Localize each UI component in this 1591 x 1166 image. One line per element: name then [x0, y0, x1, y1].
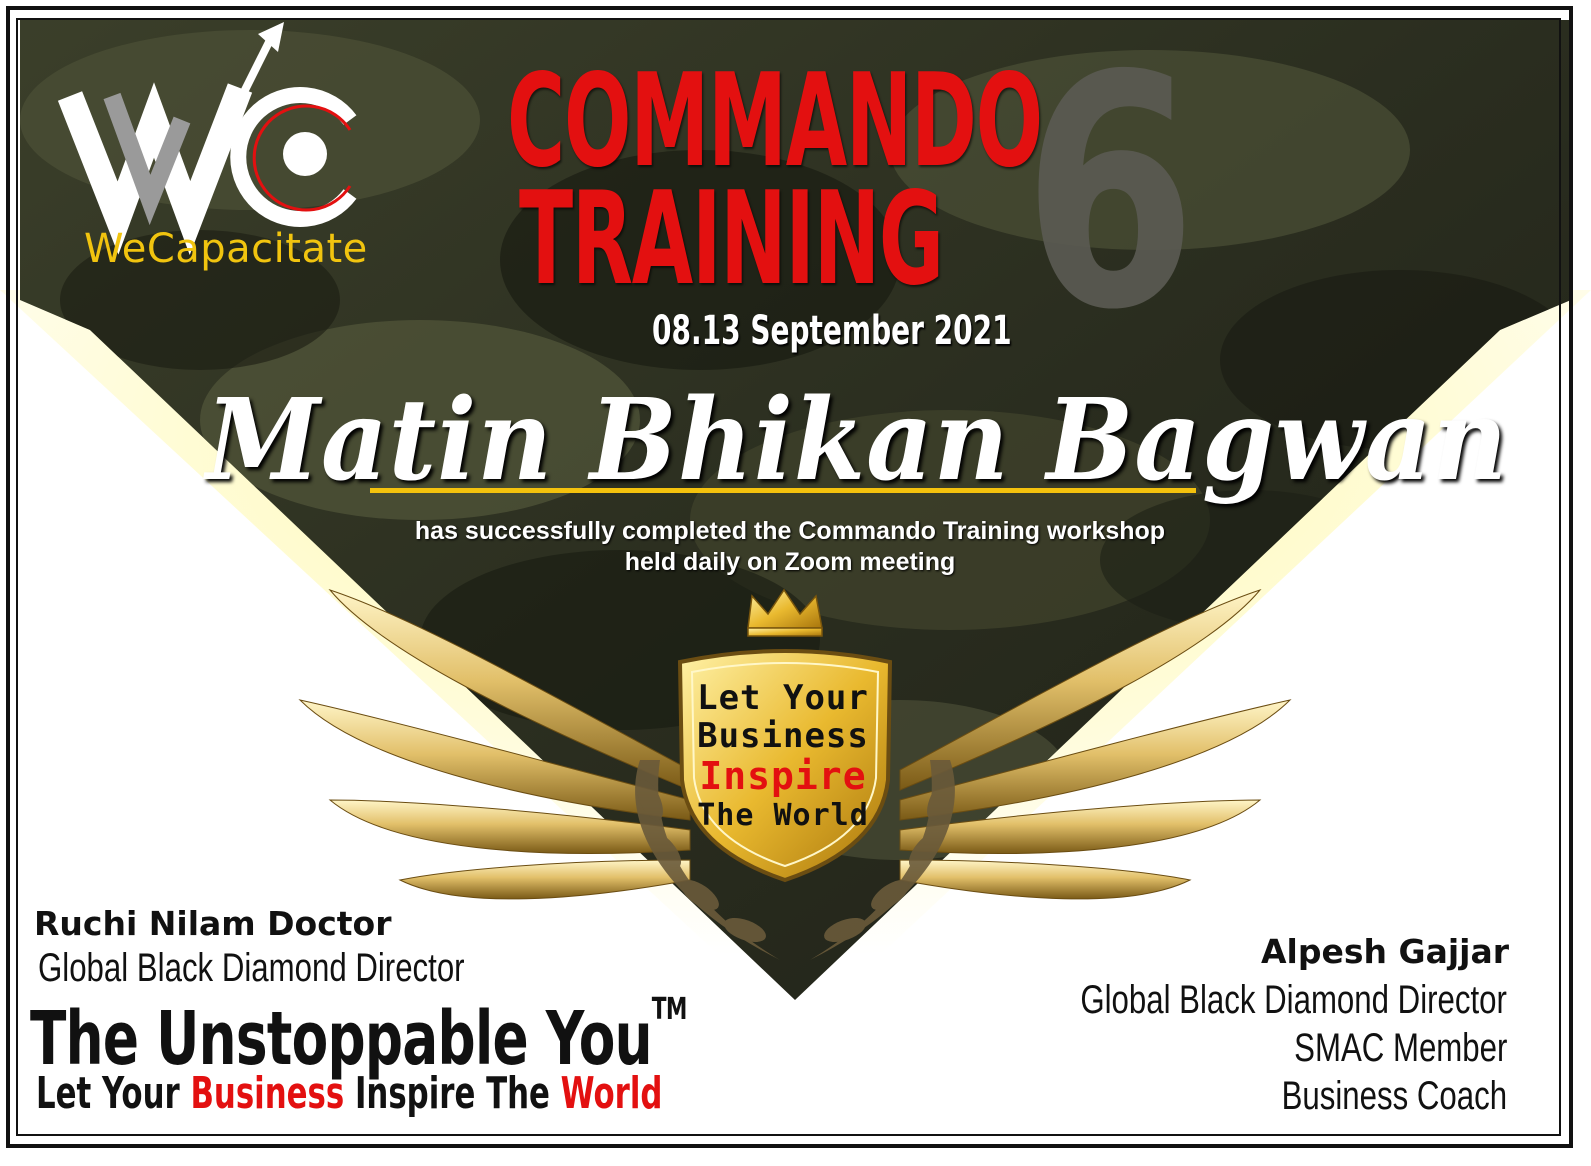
edition-number: 6 — [1023, 8, 1197, 380]
right-signatory-name: Alpesh Gajjar — [1261, 932, 1509, 971]
left-signatory-name: Ruchi Nilam Doctor — [34, 904, 392, 943]
description-line-1: has successfully completed the Commando … — [414, 517, 1166, 545]
right-signatory-title-3: Business Coach — [1281, 1074, 1507, 1118]
title-line-2: Training — [519, 165, 944, 314]
tagline-part-3: Inspire The — [344, 1068, 561, 1119]
recipient-name: Matin Bhikan Bagwan — [206, 375, 1509, 506]
event-date: 08.13 September 2021 — [652, 308, 1012, 354]
badge-text-4: The World — [697, 798, 869, 833]
tagline-part-4: World — [560, 1068, 663, 1119]
left-signatory-title: Global Black Diamond Director — [38, 946, 465, 990]
right-signatory-title-1: Global Black Diamond Director — [1080, 978, 1507, 1022]
right-signatory-title-2: SMAC Member — [1293, 1026, 1507, 1070]
certificate: WeCapacitate Commando Training 6 08.13 S… — [0, 0, 1591, 1166]
tagline-part-1: Let Your — [36, 1068, 191, 1119]
badge-text-2: Business — [697, 716, 869, 756]
slogan-tagline: Let Your Business Inspire The World — [36, 1068, 662, 1119]
badge-text-1: Let Your — [697, 678, 869, 718]
tagline-part-2: Business — [190, 1068, 345, 1119]
completion-description: has successfully completed the Commando … — [290, 516, 1290, 578]
name-underline — [370, 488, 1196, 493]
badge-text-3: Inspire — [699, 754, 867, 798]
brand-name: WeCapacitate — [84, 226, 368, 272]
trademark-mark: TM — [651, 992, 688, 1027]
description-line-2: held daily on Zoom meeting — [624, 548, 956, 576]
